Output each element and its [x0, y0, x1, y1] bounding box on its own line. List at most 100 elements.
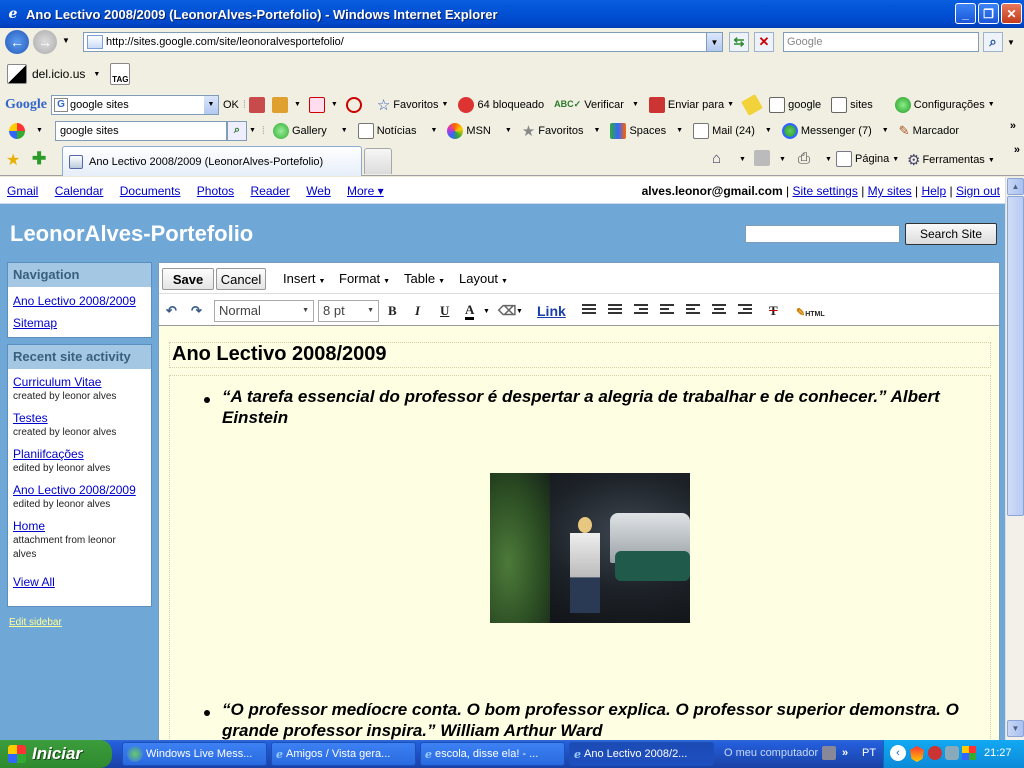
- new-tab-button[interactable]: [364, 148, 392, 174]
- task-live-messenger[interactable]: Windows Live Mess...: [122, 742, 267, 766]
- page-content[interactable]: “A tarefa essencial do professor é despe…: [169, 375, 991, 740]
- search-input[interactable]: Google: [783, 32, 979, 52]
- noticias-button[interactable]: Notícias ▼: [357, 122, 437, 139]
- toolbar-overflow-icon[interactable]: »: [1010, 120, 1016, 132]
- align-left-icon[interactable]: [686, 304, 700, 316]
- live-dropdown-icon[interactable]: ▼: [36, 127, 43, 134]
- security-shield-icon[interactable]: [910, 746, 924, 762]
- puzzle-dropdown-icon[interactable]: ▼: [294, 101, 301, 108]
- font-size-select[interactable]: 8 pt ▼: [318, 300, 379, 322]
- task-amigos[interactable]: e Amigos / Vista gera...: [271, 742, 416, 766]
- insert-menu[interactable]: Insert ▼: [283, 271, 325, 286]
- gbar-reader-link[interactable]: Reader: [250, 184, 289, 198]
- live-tray-icon[interactable]: [962, 746, 976, 760]
- network-icon[interactable]: [822, 746, 836, 760]
- delicious-label[interactable]: del.icio.us: [32, 67, 85, 81]
- print-icon[interactable]: ⎙: [798, 150, 810, 167]
- home-dropdown-icon[interactable]: ▼: [739, 156, 746, 163]
- back-button[interactable]: ←: [5, 30, 29, 54]
- view-all-link[interactable]: View All: [13, 574, 146, 590]
- site-title[interactable]: LeonorAlves-Portefolio: [10, 221, 253, 247]
- bulleted-list-icon[interactable]: [608, 304, 622, 316]
- google-favoritos-button[interactable]: ☆ Favoritos ▼: [377, 96, 449, 114]
- site-search-input[interactable]: [745, 225, 900, 243]
- minimize-button[interactable]: _: [955, 3, 976, 24]
- table-menu[interactable]: Table ▼: [404, 271, 445, 286]
- google-search-button[interactable]: google: [769, 96, 821, 113]
- mail-button[interactable]: Mail (24) ▼: [693, 122, 772, 139]
- msn-button[interactable]: MSN ▼: [447, 122, 512, 139]
- align-center-icon[interactable]: [712, 304, 726, 316]
- link-button[interactable]: Link: [537, 303, 566, 319]
- my-sites-link[interactable]: My sites: [868, 184, 912, 198]
- format-menu[interactable]: Format ▼: [339, 271, 390, 286]
- highlight-dropdown-icon[interactable]: ▼: [516, 308, 523, 315]
- gbar-photos-link[interactable]: Photos: [197, 184, 234, 198]
- home-icon[interactable]: ⌂: [712, 150, 721, 167]
- puzzle-icon[interactable]: [271, 96, 288, 113]
- language-indicator[interactable]: PT: [862, 747, 876, 759]
- window-titlebar[interactable]: e Ano Lectivo 2008/2009 (LeonorAlves-Por…: [0, 0, 1024, 28]
- add-favorite-icon[interactable]: ✚: [32, 149, 46, 169]
- google-logo[interactable]: Google: [5, 97, 47, 113]
- tab-active[interactable]: Ano Lectivo 2008/2009 (LeonorAlves-Porte…: [62, 146, 362, 176]
- spaces-button[interactable]: Spaces ▼: [610, 122, 683, 139]
- msn-search-dropdown-icon[interactable]: ▼: [249, 127, 256, 134]
- activity-link[interactable]: Home: [13, 518, 146, 534]
- redo-icon[interactable]: ↷: [191, 303, 202, 319]
- indent-more-icon[interactable]: [660, 304, 674, 316]
- popup-blocked-button[interactable]: 64 bloqueado: [458, 96, 544, 113]
- forward-button[interactable]: →: [33, 30, 57, 54]
- save-button[interactable]: Save: [162, 268, 214, 290]
- activity-link[interactable]: Ano Lectivo 2008/2009: [13, 482, 146, 498]
- gallery-button[interactable]: Gallery ▼: [272, 122, 348, 139]
- address-field[interactable]: http://sites.google.com/site/leonoralves…: [83, 32, 723, 52]
- task-ano-lectivo[interactable]: e Ano Lectivo 2008/2...: [569, 742, 714, 766]
- history-dropdown-icon[interactable]: ▼: [62, 36, 70, 45]
- page-title[interactable]: Ano Lectivo 2008/2009: [169, 342, 991, 368]
- address-dropdown-icon[interactable]: ▼: [706, 33, 722, 51]
- msn-search-go-icon[interactable]: ⌕: [226, 120, 247, 141]
- search-site-button[interactable]: Search Site: [905, 223, 997, 245]
- gbar-gmail-link[interactable]: Gmail: [7, 184, 38, 198]
- remove-formatting-icon[interactable]: T: [769, 303, 778, 319]
- google-search-dropdown-icon[interactable]: ▼: [204, 95, 218, 114]
- text-color-dropdown-icon[interactable]: ▼: [483, 308, 490, 315]
- italic-button[interactable]: I: [415, 303, 420, 319]
- my-computer-label[interactable]: O meu computador: [724, 747, 818, 759]
- windows-live-icon[interactable]: [9, 122, 25, 139]
- highlighter-icon[interactable]: [741, 93, 764, 116]
- cancel-button[interactable]: Cancel: [216, 268, 266, 290]
- sign-out-link[interactable]: Sign out: [956, 184, 1000, 198]
- msn-search-field[interactable]: google sites: [54, 120, 227, 141]
- highlight-color-icon[interactable]: ⌫: [498, 303, 516, 319]
- numbered-list-icon[interactable]: [582, 304, 596, 316]
- clock[interactable]: 21:27: [984, 747, 1012, 759]
- marcador-button[interactable]: ✎ Marcador: [899, 123, 959, 139]
- layout-menu[interactable]: Layout ▼: [459, 271, 508, 286]
- mail-dropdown-icon[interactable]: ▼: [331, 101, 338, 108]
- underline-button[interactable]: U: [440, 303, 449, 319]
- enviar-para-button[interactable]: Enviar para ▼: [648, 96, 734, 113]
- stop-button[interactable]: ✕: [754, 32, 774, 52]
- print-dropdown-icon[interactable]: ▼: [825, 156, 832, 163]
- vertical-scrollbar[interactable]: ▲ ▼: [1005, 177, 1024, 740]
- indent-less-icon[interactable]: [634, 304, 648, 316]
- task-escola[interactable]: e escola, disse ela! - ...: [420, 742, 565, 766]
- undo-icon[interactable]: ↶: [166, 303, 177, 319]
- refresh-button[interactable]: ⇆: [729, 32, 749, 52]
- feeds-dropdown-icon[interactable]: ▼: [779, 156, 786, 163]
- stumble-icon[interactable]: [345, 96, 362, 113]
- style-select[interactable]: Normal ▼: [214, 300, 314, 322]
- google-ok-button[interactable]: OK: [223, 99, 239, 111]
- scroll-up-icon[interactable]: ▲: [1007, 178, 1024, 195]
- show-hidden-icons-icon[interactable]: ‹: [890, 745, 906, 761]
- sites-search-button[interactable]: sites: [831, 96, 873, 113]
- tab-overflow-icon[interactable]: »: [1014, 144, 1020, 156]
- news-icon[interactable]: [248, 96, 265, 113]
- edit-sidebar-link[interactable]: Edit sidebar: [9, 617, 62, 628]
- tag-button[interactable]: TAG: [110, 63, 131, 85]
- html-button[interactable]: ✎HTML: [796, 306, 825, 319]
- help-link[interactable]: Help: [921, 184, 946, 198]
- messenger-status-icon[interactable]: [945, 746, 959, 760]
